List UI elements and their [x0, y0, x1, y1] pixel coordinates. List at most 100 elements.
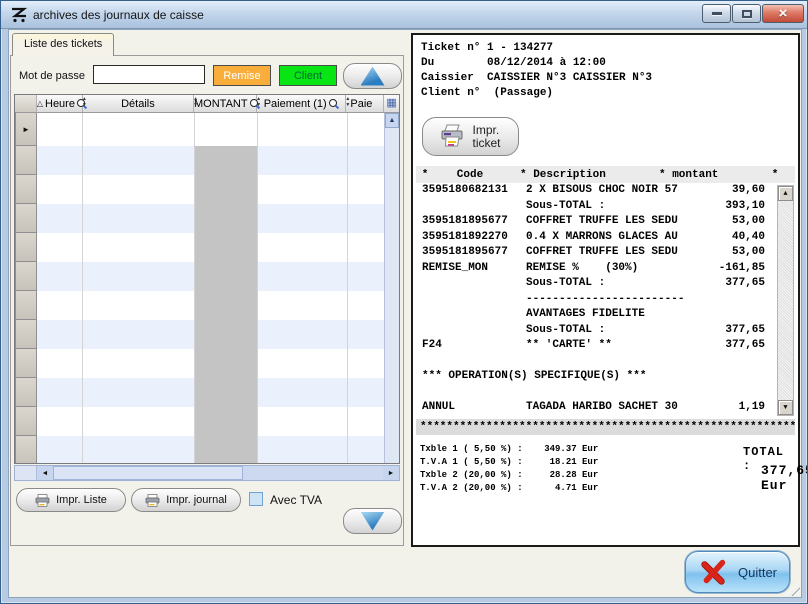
receipt-line: 3595181895677 COFFRET TRUFFE LES SEDU 53…	[416, 246, 795, 262]
receipt-code: 3595180682131	[422, 184, 526, 200]
cell-paiement: CARTE ( 377,65	[258, 113, 348, 146]
table-row[interactable]	[15, 233, 399, 262]
ticket-info-line: Caissier CAISSIER N°3 CAISSIER N°3	[421, 71, 652, 86]
impr-journal-button[interactable]: Impr. journal	[131, 488, 241, 512]
table-row[interactable]	[15, 320, 399, 349]
table-row[interactable]	[15, 204, 399, 233]
scrollbar-thumb[interactable]	[53, 466, 243, 480]
table-row[interactable]	[15, 146, 399, 175]
impr-ticket-button[interactable]: Impr.ticket	[422, 117, 519, 156]
column-spinner-icon[interactable]: ▲▼	[193, 97, 198, 108]
receipt-scrollbar[interactable]: ▲ ▼	[777, 185, 794, 416]
ticket-info-line: Client n° (Passage)	[421, 86, 652, 101]
column-header-details[interactable]: Détails ▲▼	[83, 95, 194, 112]
receipt-line: ANNUL TAGADA HARIBO SACHET 30 1,19	[416, 401, 795, 417]
table-row[interactable]	[15, 407, 399, 436]
receipt-code: F24	[422, 339, 526, 355]
scrollbar-down-icon[interactable]: ▼	[778, 400, 793, 415]
tab-liste-des-tickets[interactable]: Liste des tickets	[12, 33, 114, 56]
table-row[interactable]	[15, 175, 399, 204]
tax-line: Txble 2 (20,00 %) : 28.28 Eur	[420, 469, 598, 482]
search-icon[interactable]	[329, 99, 339, 109]
scrollbar-track[interactable]	[243, 466, 383, 480]
receipt-code	[422, 308, 526, 324]
table-row-selected[interactable]: ► 12:00 Ticket 1-13427708/12/2014 | 12:0…	[15, 113, 399, 146]
maximize-icon	[742, 10, 752, 18]
button-label: Impr. Liste	[56, 494, 107, 506]
scroll-down-button[interactable]	[343, 508, 402, 534]
avec-tva-checkbox[interactable]	[249, 492, 263, 506]
receipt-header: * Code * Description * montant *	[416, 166, 795, 183]
password-input[interactable]	[93, 65, 205, 84]
receipt-line	[416, 386, 795, 402]
quitter-button[interactable]: Quitter	[685, 551, 790, 593]
client-area: Liste des tickets Mot de passe Remise Cl…	[8, 29, 802, 598]
receipt-line: F24 ** 'CARTE' ** 377,65	[416, 339, 795, 355]
receipt-description	[646, 370, 705, 386]
scrollbar-up-icon[interactable]: ▲	[385, 113, 399, 128]
column-header-heure[interactable]: △ Heure ▲▼	[37, 95, 83, 112]
close-button[interactable]: ×	[762, 4, 804, 23]
column-header-paiement-1[interactable]: Paiement (1) ▲▼	[257, 95, 346, 112]
tax-line: T.V.A 2 (20,00 %) : 4.71 Eur	[420, 482, 598, 495]
receipt-code	[422, 355, 526, 371]
receipt-description: 0.4 X MARRONS GLACES AU	[526, 231, 705, 247]
receipt-code: *** OPERATION(S) SPECIFIQUE(S) ***	[422, 370, 646, 386]
receipt-amount: 377,65	[705, 277, 765, 293]
receipt-amount	[705, 308, 765, 324]
receipt-amount: 40,40	[705, 231, 765, 247]
receipt-description	[526, 355, 705, 371]
scroll-up-button[interactable]	[343, 63, 402, 89]
table-row[interactable]	[15, 262, 399, 291]
column-header-montant[interactable]: MONTANT ▲▼	[194, 95, 257, 112]
button-label: Impr. journal	[166, 494, 227, 506]
table-row[interactable]	[15, 378, 399, 407]
remise-button[interactable]: Remise	[213, 65, 271, 86]
cell-details: Ticket 1-13427708/12/2014 | 12:00	[83, 113, 195, 146]
column-label: Heure	[45, 98, 75, 110]
ticket-detail-panel: Ticket n° 1 - 134277Du 08/12/2014 à 12:0…	[411, 33, 800, 547]
search-icon[interactable]	[250, 99, 256, 109]
receipt-description: AVANTAGES FIDELITE	[526, 308, 705, 324]
minimize-button[interactable]	[702, 4, 731, 23]
column-spinner-icon[interactable]: ▲▼	[256, 97, 261, 108]
receipt-description: Sous-TOTAL :	[526, 277, 705, 293]
scrollbar-right-icon[interactable]: ►	[383, 466, 399, 480]
triangle-down-icon	[361, 512, 385, 531]
maximize-button[interactable]	[732, 4, 761, 23]
receipt-description: Sous-TOTAL :	[526, 324, 705, 340]
table-row[interactable]	[15, 349, 399, 378]
receipt-code: 3595181895677	[422, 246, 526, 262]
tickets-panel: Mot de passe Remise Client △ Heure ▲▼	[10, 55, 404, 546]
column-spinner-icon[interactable]: ▲▼	[82, 97, 87, 108]
impr-liste-button[interactable]: Impr. Liste	[16, 488, 126, 512]
client-button[interactable]: Client	[279, 65, 337, 86]
scrollbar-up-icon[interactable]: ▲	[778, 186, 793, 201]
button-label: Impr.ticket	[472, 124, 500, 150]
grid-vertical-scrollbar[interactable]: ▲	[384, 113, 399, 463]
receipt-amount: 377,65	[705, 324, 765, 340]
scrollbar-corner	[15, 466, 37, 480]
row-selector-header[interactable]	[15, 95, 37, 112]
header-description: * Description	[506, 169, 659, 181]
column-spinner-icon[interactable]: ▲▼	[345, 97, 350, 108]
minimize-icon	[712, 12, 722, 15]
receipt-line: REMISE_MON REMISE % (30%) -161,85	[416, 262, 795, 278]
table-row[interactable]	[15, 436, 399, 464]
receipt-description: COFFRET TRUFFE LES SEDU	[526, 215, 705, 231]
table-row[interactable]	[15, 291, 399, 320]
column-label: MONTANT	[194, 98, 248, 110]
receipt-amount	[705, 355, 765, 371]
printer-icon	[35, 494, 50, 507]
ticket-info-line: Ticket n° 1 - 134277	[421, 41, 652, 56]
receipt-description: ------------------------	[526, 293, 705, 309]
grid-customize-button[interactable]: ▦	[384, 95, 399, 112]
scrollbar-left-icon[interactable]: ◄	[37, 466, 53, 480]
grid-horizontal-scrollbar[interactable]: ◄ ►	[14, 465, 400, 481]
receipt-line: Sous-TOTAL : 393,10	[416, 200, 795, 216]
column-header-paiement-2[interactable]: Paie	[346, 95, 384, 112]
receipt-code	[422, 277, 526, 293]
receipt-separator: ****************************************…	[416, 419, 795, 435]
receipt-line: 3595181895677 COFFRET TRUFFE LES SEDU 53…	[416, 215, 795, 231]
grid-corner-icon: ▦	[386, 98, 396, 109]
